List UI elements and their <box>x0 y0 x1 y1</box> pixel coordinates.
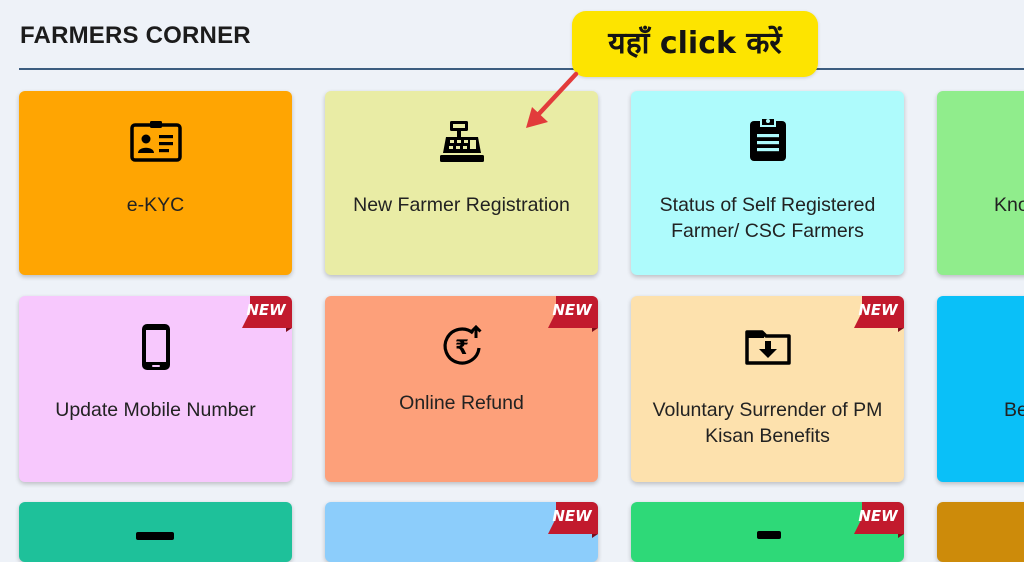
card-row3-2[interactable]: NEW <box>325 502 598 562</box>
new-badge-label: NEW <box>246 301 286 319</box>
card-label: Kno <box>994 194 1024 216</box>
new-badge-label: NEW <box>858 301 898 319</box>
click-here-callout: यहाँ click करें <box>572 11 818 77</box>
card-label: Status of Self Registered Farmer/ CSC Fa… <box>659 194 876 242</box>
rupee-refund-icon: ₹ <box>436 324 488 368</box>
card-row3-4[interactable] <box>937 502 1024 562</box>
mobile-phone-icon <box>130 322 182 372</box>
card-partial-know[interactable]: Kno <box>937 91 1024 275</box>
pointer-arrow-icon <box>526 71 579 128</box>
new-badge: NEW <box>240 296 292 332</box>
card-row3-3[interactable]: NEW <box>631 502 904 562</box>
card-label: New Farmer Registration <box>353 194 570 216</box>
new-badge: NEW <box>852 502 904 538</box>
new-badge-label: NEW <box>552 301 592 319</box>
new-badge: NEW <box>852 296 904 332</box>
card-update-mobile-number[interactable]: Update Mobile Number NEW <box>19 296 292 482</box>
card-status-self-registered[interactable]: Status of Self Registered Farmer/ CSC Fa… <box>631 91 904 275</box>
cash-register-icon <box>436 119 488 163</box>
card-partial-be[interactable]: Be <box>937 296 1024 482</box>
svg-text:₹: ₹ <box>455 335 469 359</box>
card-label: Voluntary Surrender of PM Kisan Benefits <box>652 399 883 447</box>
card-ekyc[interactable]: e-KYC <box>19 91 292 275</box>
folder-download-icon <box>742 324 794 368</box>
card-label: Be <box>1004 399 1024 421</box>
card-label: Update Mobile Number <box>55 399 256 421</box>
new-badge: NEW <box>546 296 598 332</box>
clipboard-list-icon <box>742 117 794 161</box>
new-badge: NEW <box>546 502 598 538</box>
card-online-refund[interactable]: ₹ Online Refund NEW <box>325 296 598 482</box>
new-badge-label: NEW <box>552 507 592 525</box>
id-card-icon <box>129 119 182 163</box>
partial-icon <box>757 531 781 539</box>
card-label: e-KYC <box>126 194 185 216</box>
card-voluntary-surrender[interactable]: Voluntary Surrender of PM Kisan Benefits… <box>631 296 904 482</box>
section-title: FARMERS CORNER <box>20 22 251 49</box>
card-label: Online Refund <box>399 392 524 414</box>
partial-icon <box>136 532 174 540</box>
card-row3-1[interactable] <box>19 502 292 562</box>
callout-text: यहाँ click करें <box>608 26 782 61</box>
new-badge-label: NEW <box>858 507 898 525</box>
